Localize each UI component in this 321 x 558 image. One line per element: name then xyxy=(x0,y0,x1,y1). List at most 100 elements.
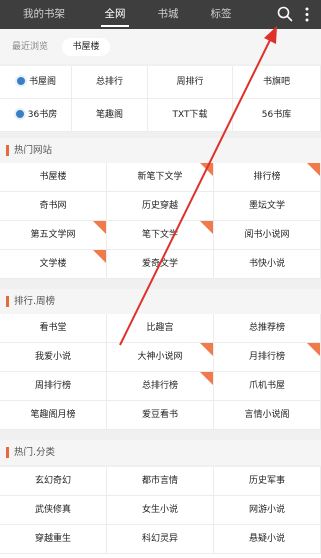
site-link-item[interactable]: 爱奇文学 xyxy=(107,250,214,279)
site-link-item[interactable]: 科幻灵异 xyxy=(107,525,214,554)
quick-link-item[interactable]: 笔趣阁 xyxy=(72,99,148,132)
site-link-item[interactable]: 都市言情 xyxy=(107,467,214,496)
site-link-item[interactable]: 比趣宫 xyxy=(107,314,214,343)
weekly-ranking-grid: 看书堂 比趣宫 总推荐榜我爱小说 大神小说网 月排行榜周排行榜 总排行榜 爪机书屋笔趣阁月榜… xyxy=(0,314,321,430)
hot-sites-grid: 书屋楼 新笔下文学 排行榜奇书网 历史穿越 墨坛文学第五文学网 笔下文学 阅书小说网文学楼 爱… xyxy=(0,163,321,279)
site-link-item[interactable]: 悬疑小说 xyxy=(214,525,321,554)
site-link-item[interactable]: 言情小说阁 xyxy=(214,401,321,430)
site-link-label: 我爱小说 xyxy=(34,352,71,362)
site-link-item[interactable]: 排行榜 xyxy=(214,163,321,192)
site-link-item[interactable]: 文学楼 xyxy=(0,250,107,279)
site-link-item[interactable]: 爱豆看书 xyxy=(107,401,214,430)
site-link-item[interactable]: 笔趣阁月榜 xyxy=(0,401,107,430)
site-link-label: 爱奇文学 xyxy=(141,259,178,269)
site-link-label: 第五文学网 xyxy=(30,230,76,240)
site-link-item[interactable]: 奇书网 xyxy=(0,192,107,221)
site-link-label: 书屋楼 xyxy=(39,172,67,182)
subtab-recent[interactable]: 最近浏览 xyxy=(8,38,52,56)
site-link-item[interactable]: 第五文学网 xyxy=(0,221,107,250)
site-link-label: 爪机书屋 xyxy=(248,381,285,391)
site-link-label: 科幻灵异 xyxy=(141,534,178,544)
site-link-label: 奇书网 xyxy=(39,201,67,211)
site-link-label: 都市言情 xyxy=(141,476,178,486)
quick-link-label: 56书库 xyxy=(261,110,292,120)
site-link-label: 月排行榜 xyxy=(248,352,285,362)
hot-category-grid: 玄幻奇幻 都市言情 历史军事武侠修真 女生小说 网游小说穿越重生 科幻灵异 悬疑小说 xyxy=(0,467,321,558)
book-globe-icon xyxy=(13,107,26,120)
tab-my-bookshelf[interactable]: 我的书架 xyxy=(14,0,74,29)
more-options-icon[interactable] xyxy=(302,6,312,23)
site-link-label: 言情小说阁 xyxy=(244,410,290,420)
hot-ribbon-icon xyxy=(200,221,213,235)
top-nav-bar: 我的书架 全网 书城 标签 xyxy=(0,0,321,29)
hot-ribbon-icon xyxy=(93,250,106,264)
book-globe-icon xyxy=(14,74,27,87)
tab-book-city[interactable]: 书城 xyxy=(150,0,186,29)
site-link-item[interactable]: 网游小说 xyxy=(214,496,321,525)
site-link-item[interactable]: 周排行榜 xyxy=(0,372,107,401)
site-link-item[interactable]: 月排行榜 xyxy=(214,343,321,372)
hot-ribbon-icon xyxy=(200,372,213,386)
site-link-item[interactable]: 总排行榜 xyxy=(107,372,214,401)
site-link-item[interactable]: 大神小说网 xyxy=(107,343,214,372)
tab-whole-network[interactable]: 全网 xyxy=(97,0,133,29)
site-link-label: 比趣宫 xyxy=(146,323,174,333)
section-title: 排行.周榜 xyxy=(0,289,321,314)
site-link-item[interactable]: 女生小说 xyxy=(107,496,214,525)
quick-link-item[interactable]: 书屋阁 xyxy=(0,66,72,99)
quick-link-item[interactable]: 总排行 xyxy=(72,66,148,99)
site-link-label: 排行榜 xyxy=(253,172,281,182)
site-link-label: 总排行榜 xyxy=(141,381,178,391)
site-link-label: 文学楼 xyxy=(39,259,67,269)
site-link-label: 总推荐榜 xyxy=(248,323,285,333)
site-link-label: 笔趣阁月榜 xyxy=(30,410,76,420)
site-link-item[interactable]: 武侠修真 xyxy=(0,496,107,525)
tab-tags[interactable]: 标签 xyxy=(203,0,239,29)
hot-ribbon-icon xyxy=(200,343,213,357)
quick-link-item[interactable]: 36书房 xyxy=(0,99,72,132)
section-title: 热门.分类 xyxy=(0,440,321,465)
quick-link-label: 笔趣阁 xyxy=(95,110,123,120)
site-link-item[interactable]: 总推荐榜 xyxy=(214,314,321,343)
site-link-label: 新笔下文学 xyxy=(137,172,183,182)
sub-tab-bar: 最近浏览 书屋楼 xyxy=(0,29,321,64)
site-link-item[interactable]: 爪机书屋 xyxy=(214,372,321,401)
site-link-item[interactable]: 新笔下文学 xyxy=(107,163,214,192)
site-link-label: 周排行榜 xyxy=(34,381,71,391)
site-link-label: 书快小说 xyxy=(248,259,285,269)
quick-link-label: 书旗吧 xyxy=(262,77,290,87)
site-link-label: 历史军事 xyxy=(248,476,285,486)
quick-link-label: 周排行 xyxy=(176,77,204,87)
site-link-item[interactable]: 看书堂 xyxy=(0,314,107,343)
site-link-item[interactable]: 笔下文学 xyxy=(107,221,214,250)
hot-ribbon-icon xyxy=(200,163,213,177)
quick-link-label: TXT下载 xyxy=(172,110,208,120)
site-link-item[interactable]: 墨坛文学 xyxy=(214,192,321,221)
site-link-item[interactable]: 穿越重生 xyxy=(0,525,107,554)
site-link-item[interactable]: 历史军事 xyxy=(214,467,321,496)
quick-link-item[interactable]: 书旗吧 xyxy=(233,66,321,99)
site-link-label: 大神小说网 xyxy=(137,352,183,362)
hot-ribbon-icon xyxy=(307,163,320,177)
site-link-label: 网游小说 xyxy=(248,505,285,515)
site-link-item[interactable]: 书屋楼 xyxy=(0,163,107,192)
site-link-item[interactable]: 阅书小说网 xyxy=(214,221,321,250)
quick-link-label: 总排行 xyxy=(95,77,123,87)
site-link-label: 爱豆看书 xyxy=(141,410,178,420)
search-icon[interactable] xyxy=(277,6,293,22)
site-link-item[interactable]: 我爱小说 xyxy=(0,343,107,372)
site-link-item[interactable]: 历史穿越 xyxy=(107,192,214,221)
hot-ribbon-icon xyxy=(93,221,106,235)
quick-link-item[interactable]: 56书库 xyxy=(233,99,321,132)
hot-ribbon-icon xyxy=(307,343,320,357)
section-title: 热门网站 xyxy=(0,138,321,163)
quick-links-grid: 书屋阁 总排行 周排行 书旗吧 36书房 笔趣阁 TXT下载 56书库 xyxy=(0,66,321,132)
quick-link-label: 书屋阁 xyxy=(28,77,56,87)
subtab-shuwulou[interactable]: 书屋楼 xyxy=(62,38,110,56)
site-link-item[interactable]: 书快小说 xyxy=(214,250,321,279)
site-link-item[interactable]: 玄幻奇幻 xyxy=(0,467,107,496)
site-link-label: 穿越重生 xyxy=(34,534,71,544)
quick-link-item[interactable]: TXT下载 xyxy=(148,99,233,132)
site-link-label: 看书堂 xyxy=(39,323,67,333)
quick-link-item[interactable]: 周排行 xyxy=(148,66,233,99)
